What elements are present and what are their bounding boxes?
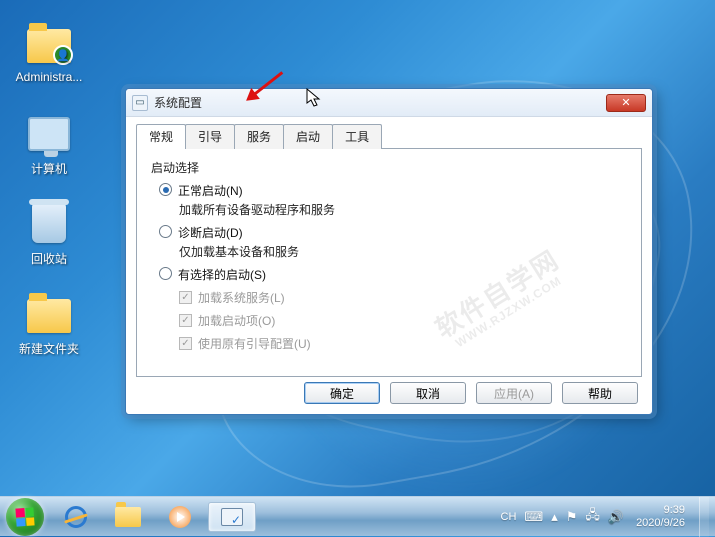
- explorer-icon: [115, 507, 141, 527]
- cancel-button[interactable]: 取消: [390, 382, 466, 404]
- checkbox-load-startup: 加载启动项(O): [179, 312, 627, 329]
- checkbox-label: 加载启动项(O): [198, 312, 275, 329]
- desktop-icon-newfolder[interactable]: 新建文件夹: [12, 288, 86, 357]
- system-tray: CH ⌨ ▴ ⚑ 🖧 🔊 9:39 2020/9/26: [501, 497, 715, 537]
- taskbar-item-mediaplayer[interactable]: [156, 502, 204, 532]
- desktop-icon-recyclebin[interactable]: 回收站: [12, 198, 86, 267]
- ime-indicator[interactable]: CH: [501, 511, 517, 523]
- help-button[interactable]: 帮助: [562, 382, 638, 404]
- taskbar: CH ⌨ ▴ ⚑ 🖧 🔊 9:39 2020/9/26: [0, 496, 715, 536]
- taskbar-item-msconfig[interactable]: [208, 502, 256, 532]
- msconfig-dialog: ▭ 系统配置 ✕ 常规 引导 服务 启动 工具 启动选择 正常启动(N) 加载所…: [125, 88, 653, 415]
- tab-strip: 常规 引导 服务 启动 工具: [136, 123, 642, 149]
- folder-icon: [25, 288, 73, 336]
- start-button[interactable]: [6, 498, 44, 536]
- tab-startup[interactable]: 启动: [283, 124, 333, 149]
- desktop-icon-computer[interactable]: 计算机: [12, 108, 86, 177]
- desktop-icon-label: 新建文件夹: [12, 340, 86, 357]
- radio-diagnostic-desc: 仅加载基本设备和服务: [179, 243, 627, 260]
- radio-label: 诊断启动(D): [178, 224, 243, 241]
- keyboard-icon[interactable]: ⌨: [524, 509, 543, 525]
- ok-button[interactable]: 确定: [304, 382, 380, 404]
- checkbox-load-services: 加载系统服务(L): [179, 289, 627, 306]
- network-icon[interactable]: 🖧: [585, 506, 600, 528]
- msconfig-icon: [221, 508, 243, 526]
- media-player-icon: [169, 506, 191, 528]
- radio-icon: [159, 183, 172, 196]
- apply-button[interactable]: 应用(A): [476, 382, 552, 404]
- mouse-cursor-icon: [306, 88, 322, 108]
- close-icon: ✕: [621, 96, 630, 109]
- ie-icon: [65, 506, 87, 528]
- radio-icon: [159, 225, 172, 238]
- taskbar-item-explorer[interactable]: [104, 502, 152, 532]
- checkbox-icon: [179, 337, 192, 350]
- desktop-icon-administrator[interactable]: 👤 Administra...: [12, 18, 86, 84]
- radio-normal-desc: 加载所有设备驱动程序和服务: [179, 201, 627, 218]
- checkbox-icon: [179, 314, 192, 327]
- groupbox-title: 启动选择: [151, 159, 627, 176]
- desktop-icon-label: 计算机: [12, 160, 86, 177]
- volume-icon[interactable]: 🔊: [608, 509, 624, 525]
- checkbox-label: 加载系统服务(L): [198, 289, 285, 306]
- desktop-icon-label: 回收站: [12, 250, 86, 267]
- taskbar-clock[interactable]: 9:39 2020/9/26: [632, 504, 691, 529]
- radio-label: 有选择的启动(S): [178, 266, 266, 283]
- desktop-icon-label: Administra...: [12, 70, 86, 84]
- radio-icon: [159, 267, 172, 280]
- action-center-icon[interactable]: ⚑: [566, 509, 578, 525]
- close-button[interactable]: ✕: [606, 94, 646, 112]
- computer-icon: [25, 108, 73, 156]
- taskbar-item-ie[interactable]: [52, 502, 100, 532]
- dialog-titlebar[interactable]: ▭ 系统配置 ✕: [126, 89, 652, 117]
- checkbox-label: 使用原有引导配置(U): [198, 335, 311, 352]
- clock-time: 9:39: [636, 504, 685, 517]
- windows-logo-icon: [15, 507, 34, 526]
- checkbox-icon: [179, 291, 192, 304]
- clock-date: 2020/9/26: [636, 517, 685, 530]
- tab-panel-general: 启动选择 正常启动(N) 加载所有设备驱动程序和服务 诊断启动(D) 仅加载基本…: [136, 149, 642, 377]
- tray-chevron-icon[interactable]: ▴: [551, 509, 558, 525]
- recycle-bin-icon: [25, 198, 73, 246]
- dialog-title: 系统配置: [154, 94, 606, 111]
- radio-normal-startup[interactable]: 正常启动(N): [159, 182, 627, 199]
- checkbox-use-original-boot: 使用原有引导配置(U): [179, 335, 627, 352]
- radio-selective-startup[interactable]: 有选择的启动(S): [159, 266, 627, 283]
- radio-label: 正常启动(N): [178, 182, 243, 199]
- tab-tools[interactable]: 工具: [332, 124, 382, 149]
- show-desktop-button[interactable]: [699, 497, 709, 537]
- tab-boot[interactable]: 引导: [185, 124, 235, 149]
- folder-icon: 👤: [25, 18, 73, 66]
- msconfig-icon: ▭: [132, 95, 148, 111]
- tab-services[interactable]: 服务: [234, 124, 284, 149]
- radio-diagnostic-startup[interactable]: 诊断启动(D): [159, 224, 627, 241]
- tab-general[interactable]: 常规: [136, 124, 186, 149]
